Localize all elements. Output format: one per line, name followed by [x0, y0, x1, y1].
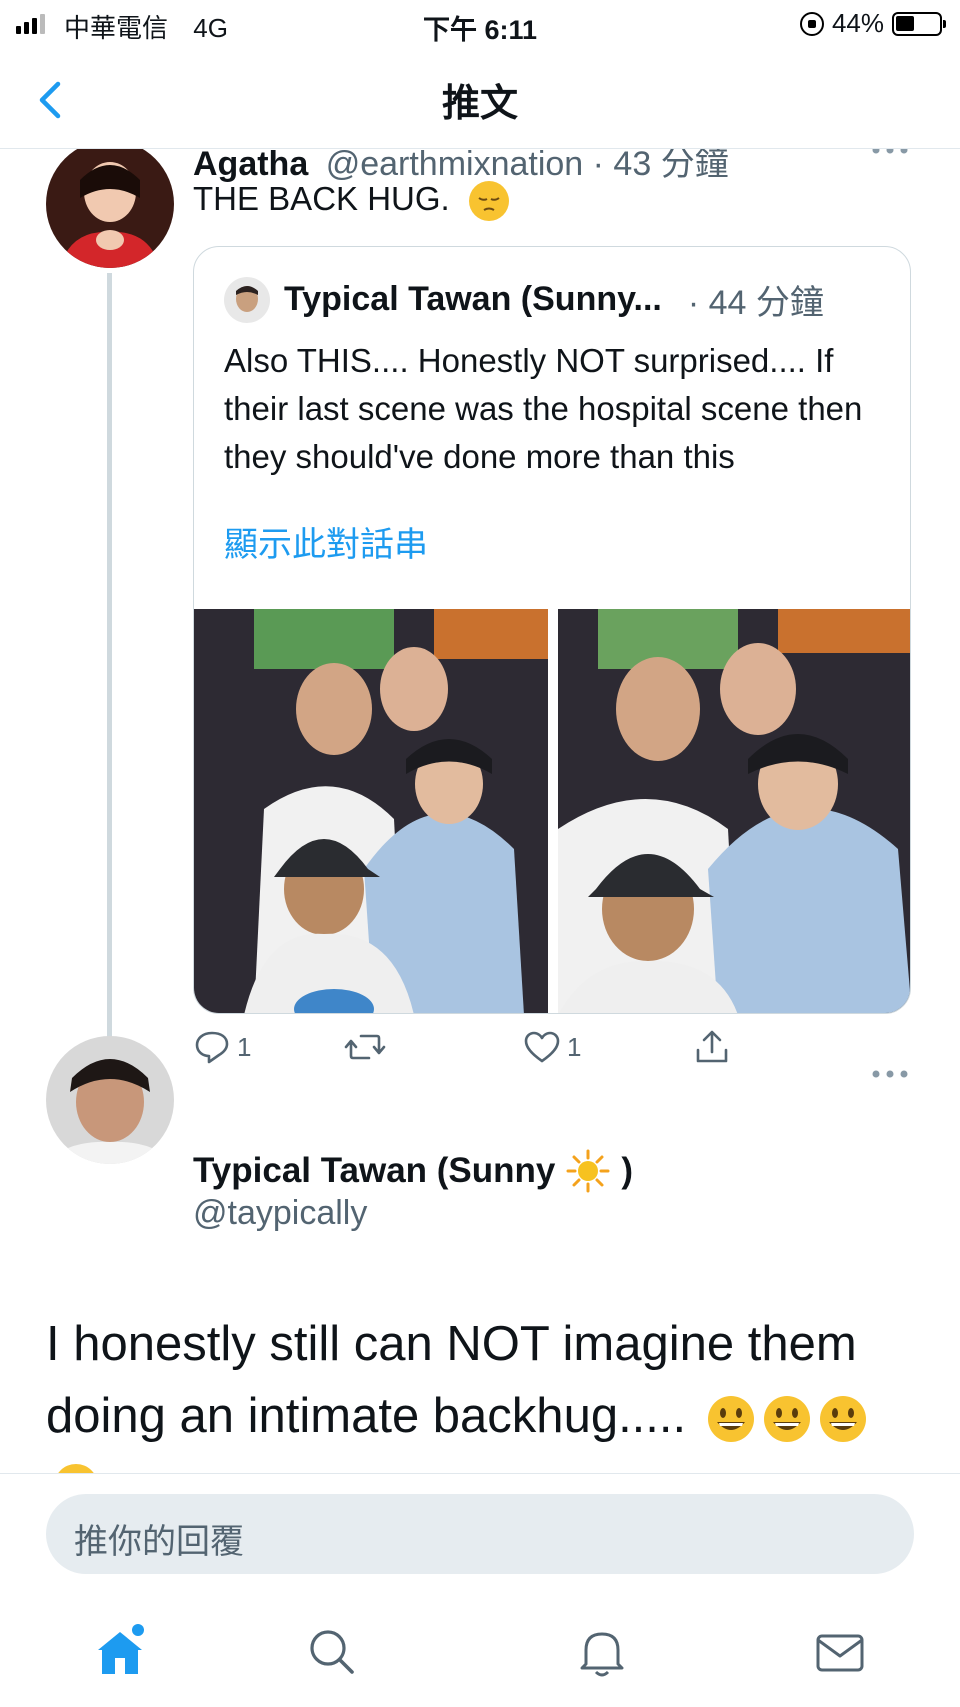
notifications-icon — [580, 1632, 624, 1677]
quoted-author-name: Typical Tawan (Sunny... — [284, 280, 662, 318]
like-count: 1 — [567, 1031, 582, 1062]
show-thread-link[interactable]: 顯示此對話串 — [224, 517, 428, 566]
more-options-icon[interactable] — [868, 1064, 912, 1084]
author-name[interactable]: Agatha — [193, 148, 308, 183]
rotation-lock-icon — [799, 11, 824, 36]
avatar-image — [46, 1036, 174, 1164]
reply-button[interactable]: 1 — [193, 1028, 251, 1066]
retweet-button[interactable] — [343, 1028, 387, 1066]
main-tweet-author-name[interactable]: Typical Tawan (Sunny ) — [193, 1148, 633, 1194]
grinning-face-icon — [763, 1396, 810, 1443]
status-bar: 中華電信 4G 下午 6:11 44% — [0, 0, 960, 50]
battery-icon — [892, 11, 946, 36]
tab-messages[interactable] — [810, 1622, 870, 1682]
quoted-tweet-header: Typical Tawan (Sunny... · 44 分鐘 — [224, 275, 824, 324]
quoted-media — [194, 609, 911, 1014]
messages-icon — [816, 1634, 864, 1672]
emoji-group — [700, 1389, 868, 1443]
battery-percent: 44% — [831, 8, 884, 38]
search-icon — [310, 1630, 354, 1674]
partial-emoji-icon — [54, 1464, 98, 1473]
quoted-time: · 44 分鐘 — [687, 284, 824, 322]
tweet-actions: 1 1 — [193, 1028, 893, 1088]
author-handle-time: @earthmixnation · 43 分鐘 — [325, 148, 729, 183]
status-right: 44% — [799, 8, 946, 39]
author-name-close: ) — [621, 1151, 634, 1190]
main-tweet-handle[interactable]: @taypically — [193, 1194, 367, 1233]
author-name-text: Typical Tawan (Sunny — [193, 1151, 556, 1190]
reply-input[interactable]: 推你的回覆 — [46, 1494, 914, 1574]
media-photo-1[interactable] — [194, 609, 548, 1014]
avatar-image — [46, 148, 174, 268]
quoted-tweet-text: Also THIS.... Honestly NOT surprised....… — [224, 342, 863, 475]
share-button[interactable] — [693, 1028, 731, 1066]
tab-home[interactable] — [90, 1622, 150, 1682]
more-options-icon[interactable] — [868, 148, 912, 160]
avatar-typical-tawan[interactable] — [46, 1036, 174, 1164]
pensive-face-icon — [468, 181, 509, 222]
tab-search[interactable] — [302, 1622, 362, 1682]
heart-icon — [524, 1031, 560, 1063]
reply-count: 1 — [237, 1031, 252, 1062]
divider — [0, 1473, 960, 1474]
parent-tweet-text: THE BACK HUG. — [193, 180, 509, 222]
sun-emoji-icon — [566, 1149, 610, 1193]
media-photo-2[interactable] — [558, 609, 911, 1014]
home-icon — [98, 1624, 144, 1674]
retweet-icon — [344, 1034, 386, 1060]
reply-icon — [195, 1031, 229, 1064]
like-button[interactable]: 1 — [523, 1028, 581, 1066]
tweet-thread[interactable]: Agatha @earthmixnation · 43 分鐘 THE BACK … — [0, 148, 960, 1473]
page-title: 推文 — [441, 83, 518, 125]
thread-line — [107, 273, 112, 1118]
quoted-tweet[interactable]: Typical Tawan (Sunny... · 44 分鐘 Also THI… — [193, 246, 911, 1014]
grinning-face-icon — [819, 1396, 866, 1443]
avatar-agatha[interactable] — [46, 148, 174, 268]
tweet-text-content: THE BACK HUG. — [193, 180, 450, 217]
main-tweet-text: I honestly still can NOT imagine them do… — [46, 1308, 926, 1452]
grinning-face-icon — [707, 1396, 754, 1443]
tab-bar — [0, 1600, 960, 1707]
reply-placeholder: 推你的回覆 — [74, 1523, 244, 1561]
share-icon — [696, 1030, 728, 1063]
nav-bar: 推文 — [0, 50, 960, 149]
tab-notifications[interactable] — [572, 1622, 632, 1682]
quoted-avatar — [224, 276, 270, 323]
